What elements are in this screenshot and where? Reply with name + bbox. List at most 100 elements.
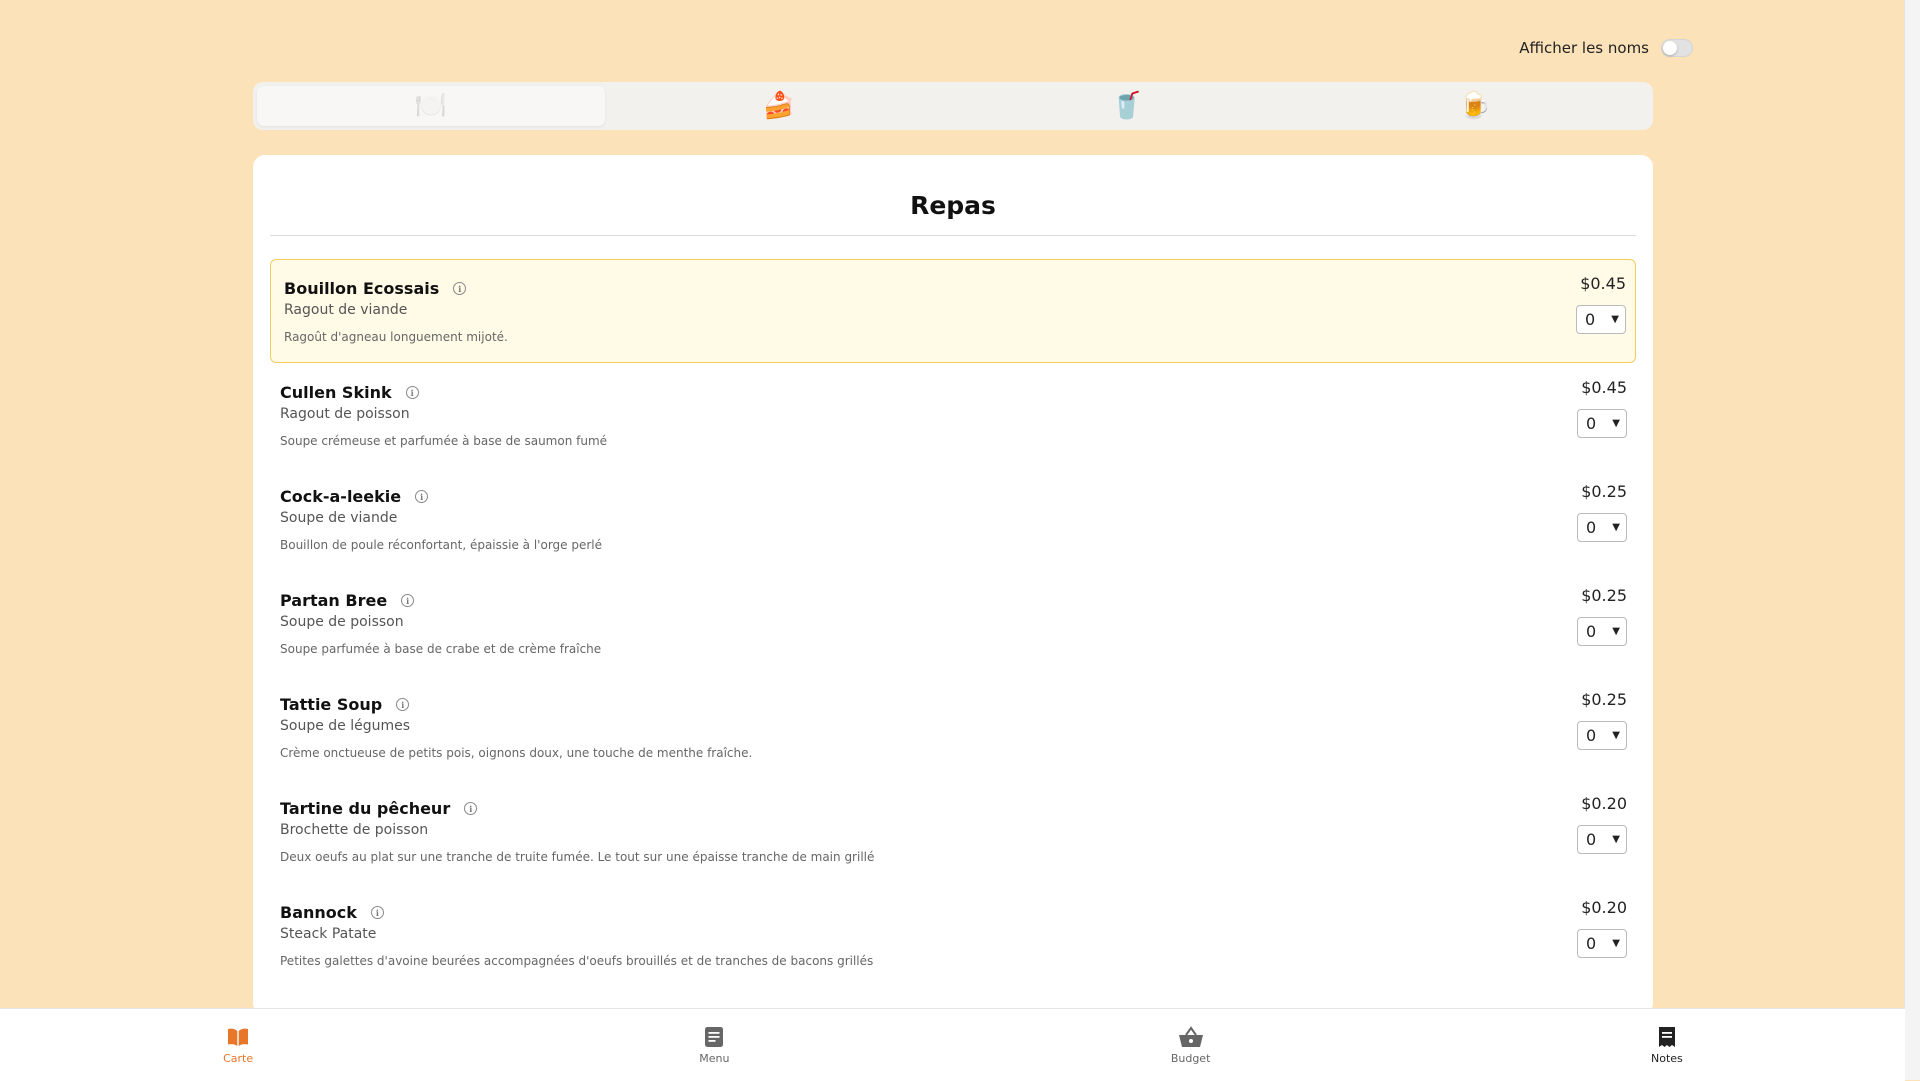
item-subtitle: Soupe de légumes: [280, 718, 411, 734]
chevron-down-icon: ▼: [1611, 314, 1619, 325]
list-item: Tartine du pêcheur i Brochette de poisso…: [270, 779, 1636, 883]
info-icon[interactable]: i: [453, 282, 467, 295]
item-price: $0.20: [1581, 794, 1627, 813]
nav-label: Menu: [699, 1051, 730, 1065]
item-subtitle: Soupe de poisson: [280, 614, 404, 630]
tab-boissons[interactable]: 🥤: [953, 86, 1301, 126]
tab-bieres[interactable]: 🍺: [1301, 86, 1649, 126]
item-name-row: Partan Bree i: [280, 591, 415, 610]
chevron-down-icon: ▼: [1612, 938, 1620, 949]
plate-icon: 🍽️: [414, 91, 448, 121]
nav-budget[interactable]: Budget: [953, 1009, 1429, 1081]
info-icon[interactable]: i: [370, 906, 384, 919]
cup-icon: 🥤: [1110, 91, 1144, 121]
nav-menu[interactable]: Menu: [476, 1009, 952, 1081]
item-price: $0.45: [1581, 378, 1627, 397]
item-list: Bouillon Ecossais i Ragout de viande Rag…: [270, 259, 1636, 987]
item-name-row: Bannock i: [280, 903, 384, 922]
nav-label: Notes: [1650, 1051, 1683, 1065]
bottom-nav: Carte Menu Budget Notes: [0, 1008, 1905, 1081]
item-price: $0.25: [1581, 482, 1627, 501]
list-item: Bouillon Ecossais i Ragout de viande Rag…: [270, 259, 1636, 363]
chevron-down-icon: ▼: [1612, 834, 1620, 845]
item-price: $0.25: [1581, 586, 1627, 605]
item-name: Tattie Soup: [280, 695, 383, 714]
item-name: Tartine du pêcheur: [280, 799, 451, 818]
item-description: Deux oeufs au plat sur une tranche de tr…: [280, 850, 875, 864]
quantity-value: 0: [1586, 622, 1597, 641]
list-item: Cullen Skink i Ragout de poisson Soupe c…: [270, 363, 1636, 467]
chevron-down-icon: ▼: [1612, 418, 1620, 429]
toggle-knob: [1663, 41, 1677, 55]
chevron-down-icon: ▼: [1612, 522, 1620, 533]
book-icon: [228, 1028, 249, 1046]
item-name-row: Cullen Skink i: [280, 383, 419, 402]
info-icon[interactable]: i: [401, 594, 415, 607]
nav-carte[interactable]: Carte: [0, 1009, 476, 1081]
quantity-value: 0: [1586, 934, 1597, 953]
nav-label: Carte: [223, 1051, 254, 1065]
item-name-row: Cock-a-leekie i: [280, 487, 429, 506]
item-name: Bannock: [280, 903, 357, 922]
info-icon[interactable]: i: [405, 386, 419, 399]
document-icon: [705, 1026, 724, 1047]
info-icon[interactable]: i: [464, 802, 478, 815]
item-name-row: Bouillon Ecossais i: [284, 279, 467, 298]
quantity-value: 0: [1586, 414, 1597, 433]
item-name: Bouillon Ecossais: [284, 279, 440, 298]
item-description: Petites galettes d'avoine beurées accomp…: [280, 954, 874, 968]
quantity-value: 0: [1586, 726, 1597, 745]
item-name-row: Tattie Soup i: [280, 695, 410, 714]
quantity-value: 0: [1586, 518, 1597, 537]
quantity-select[interactable]: 0 ▼: [1577, 929, 1627, 958]
item-subtitle: Brochette de poisson: [280, 822, 429, 838]
menu-card: Repas Bouillon Ecossais i Ragout de vian…: [253, 155, 1653, 1015]
info-icon[interactable]: i: [415, 490, 429, 503]
quantity-select[interactable]: 0 ▼: [1577, 721, 1627, 750]
item-description: Soupe crémeuse et parfumée à base de sau…: [280, 434, 608, 448]
list-item: Partan Bree i Soupe de poisson Soupe par…: [270, 571, 1636, 675]
divider: [270, 235, 1636, 236]
item-description: Ragoût d'agneau longuement mijoté.: [284, 330, 508, 344]
section-title: Repas: [910, 191, 996, 220]
item-subtitle: Ragout de poisson: [280, 406, 410, 422]
item-price: $0.45: [1580, 274, 1626, 293]
show-names-toggle[interactable]: [1661, 39, 1693, 57]
nav-notes[interactable]: Notes: [1429, 1009, 1905, 1081]
tab-repas[interactable]: 🍽️: [257, 86, 605, 126]
item-price: $0.25: [1581, 690, 1627, 709]
cake-icon: 🍰: [762, 91, 796, 121]
item-name: Cullen Skink: [280, 383, 392, 402]
item-description: Bouillon de poule réconfortant, épaissie…: [280, 538, 603, 552]
show-names-label: Afficher les noms: [1519, 39, 1649, 57]
list-item: Bannock i Steack Patate Petites galettes…: [270, 883, 1636, 987]
nav-label: Budget: [1170, 1051, 1211, 1065]
category-tabs: 🍽️ 🍰 🥤 🍺: [253, 82, 1653, 130]
item-subtitle: Steack Patate: [280, 926, 377, 942]
receipt-icon: [1658, 1026, 1675, 1047]
chevron-down-icon: ▼: [1612, 730, 1620, 741]
show-names-toggle-row: Afficher les noms: [1519, 38, 1693, 58]
tab-desserts[interactable]: 🍰: [605, 86, 953, 126]
quantity-value: 0: [1585, 310, 1596, 329]
scrollbar[interactable]: [1904, 0, 1920, 1080]
quantity-select[interactable]: 0 ▼: [1577, 513, 1627, 542]
item-name-row: Tartine du pêcheur i: [280, 799, 478, 818]
item-price: $0.20: [1581, 898, 1627, 917]
list-item: Cock-a-leekie i Soupe de viande Bouillon…: [270, 467, 1636, 571]
item-name: Cock-a-leekie: [280, 487, 402, 506]
basket-icon: [1178, 1025, 1203, 1047]
item-description: Crème onctueuse de petits pois, oignons …: [280, 746, 753, 760]
quantity-select[interactable]: 0 ▼: [1577, 825, 1627, 854]
item-description: Soupe parfumée à base de crabe et de crè…: [280, 642, 602, 656]
chevron-down-icon: ▼: [1612, 626, 1620, 637]
item-name: Partan Bree: [280, 591, 388, 610]
list-item: Tattie Soup i Soupe de légumes Crème onc…: [270, 675, 1636, 779]
quantity-select[interactable]: 0 ▼: [1577, 617, 1627, 646]
quantity-select[interactable]: 0 ▼: [1577, 409, 1627, 438]
quantity-select[interactable]: 0 ▼: [1576, 305, 1626, 334]
info-icon[interactable]: i: [396, 698, 410, 711]
beer-icon: 🍺: [1458, 91, 1492, 121]
item-subtitle: Ragout de viande: [284, 302, 408, 318]
item-subtitle: Soupe de viande: [280, 510, 398, 526]
